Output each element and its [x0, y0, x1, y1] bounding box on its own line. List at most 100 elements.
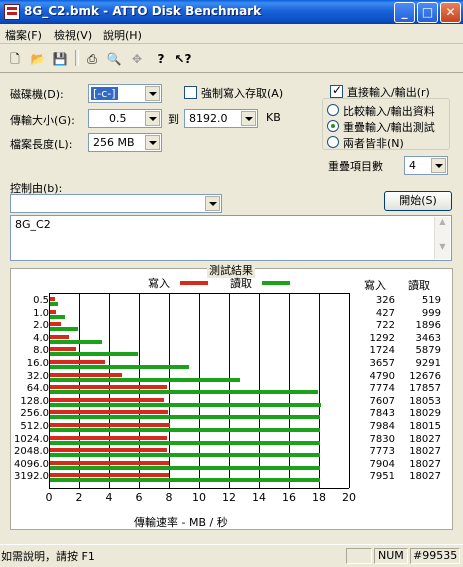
read-bar [50, 390, 318, 395]
new-icon[interactable]: 🗋 [5, 48, 25, 68]
drive-value: [-c-] [91, 87, 118, 100]
x-axis-top-line [49, 293, 349, 294]
force-write-checkbox[interactable] [184, 86, 197, 99]
drive-label: 磁碟機(D): [10, 88, 64, 101]
help-icon[interactable]: ? [151, 48, 171, 68]
row-label: 64.0 [26, 383, 49, 395]
grid-line [319, 293, 320, 488]
menu-view[interactable]: 檢視(V) [54, 27, 92, 43]
write-bar [50, 372, 122, 377]
read-bar [50, 415, 321, 420]
toolbar-separator [75, 50, 79, 66]
status-extra: #99535 [410, 548, 460, 564]
overlap-radio[interactable] [327, 120, 339, 132]
queue-depth-value: 4 [409, 159, 416, 172]
row-label: 512.0 [20, 421, 49, 432]
move-icon[interactable]: ✥ [127, 48, 147, 68]
read-bar [50, 377, 241, 382]
menu-file[interactable]: 檔案(F) [5, 27, 42, 43]
write-value: 7951 [369, 471, 395, 483]
save-icon[interactable]: 💾 [50, 48, 70, 68]
write-bar [50, 448, 167, 453]
read-value: 18015 [409, 421, 441, 432]
row-label: 8.0 [33, 345, 49, 357]
print-preview-icon[interactable]: 🔍 [104, 48, 124, 68]
write-value: 7607 [369, 395, 395, 407]
toolbar: 🗋 📂 💾 ⎙ 🔍 ✥ ? ↖? [0, 44, 463, 73]
menu-help[interactable]: 說明(H) [103, 27, 142, 43]
maximize-button[interactable]: □ [417, 2, 438, 23]
compare-label: 比較輸入/輸出資料 [343, 105, 435, 118]
textarea-scrollbar[interactable]: ▲ ▼ [434, 217, 450, 259]
write-value: 722 [375, 320, 395, 332]
control-select[interactable] [10, 194, 222, 213]
read-bar [50, 352, 139, 357]
write-bar [50, 473, 170, 478]
write-bar [50, 410, 168, 415]
read-value: 3463 [415, 332, 441, 344]
row-label: 2.0 [33, 320, 49, 332]
overlap-label: 重疊輸入/輸出測試 [343, 121, 435, 134]
x-tick-label: 20 [342, 491, 356, 504]
write-value: 7904 [369, 458, 395, 470]
x-tick-label: 8 [165, 491, 173, 504]
queue-depth-select[interactable]: 4 [404, 156, 448, 175]
write-value: 7984 [369, 421, 395, 432]
row-label: 3192.0 [14, 471, 49, 483]
results-panel: 測試結果 寫入 讀取 寫入 讀取 0 2 4 6 8 10 12 14 16 18 20 0.5 326… [10, 262, 453, 530]
row-label: 0.5 [33, 295, 49, 306]
read-value: 999 [421, 307, 441, 319]
row-label: 32.0 [26, 370, 49, 382]
read-bar [50, 453, 321, 458]
chevron-down-icon [205, 196, 220, 211]
direct-io-checkbox[interactable] [330, 83, 343, 98]
neither-radio[interactable] [327, 136, 339, 148]
row-label: 16.0 [26, 358, 49, 369]
read-bar [50, 402, 321, 407]
x-tick-label: 0 [45, 491, 53, 504]
write-value: 1724 [369, 345, 395, 357]
neither-label: 兩者皆非(N) [343, 137, 404, 150]
x-axis-label: 傳輸速率 - MB / 秒 [134, 516, 228, 529]
force-write-label: 強制寫入存取(A) [201, 87, 284, 100]
chevron-down-icon [241, 111, 256, 126]
open-icon[interactable]: 📂 [28, 48, 48, 68]
read-value: 17857 [409, 383, 441, 395]
write-bar [50, 360, 105, 364]
read-value: 18027 [409, 471, 441, 483]
write-value: 7830 [369, 433, 395, 445]
chart-area: 0 2 4 6 8 10 12 14 16 18 20 0.5 326 519 1.0 427 999 2.0 72… [11, 269, 452, 529]
transfer-from-value: 0.5 [109, 112, 127, 125]
read-bar [50, 314, 65, 319]
print-icon[interactable]: ⎙ [82, 48, 102, 68]
num-indicator: NUM [374, 548, 408, 564]
unit-label: KB [266, 111, 281, 124]
minimize-button[interactable]: _ [394, 2, 415, 23]
write-value: 427 [375, 307, 395, 319]
row-label: 128.0 [20, 395, 49, 407]
description-textarea[interactable]: 8G_C2 ▲ ▼ [10, 215, 452, 261]
drive-select[interactable]: [-c-] [88, 84, 162, 103]
context-help-icon[interactable]: ↖? [173, 48, 193, 68]
read-value: 519 [421, 295, 441, 306]
read-bar [50, 339, 102, 344]
write-bar [50, 297, 55, 301]
read-value: 18027 [409, 458, 441, 470]
title-bar[interactable]: 8G_C2.bmk - ATTO Disk Benchmark _ □ ✕ [0, 0, 463, 24]
close-button[interactable]: ✕ [440, 2, 461, 23]
x-axis-line [49, 488, 349, 489]
transfer-from-select[interactable]: 0.5 [88, 109, 162, 128]
read-bar [50, 365, 190, 369]
start-button[interactable]: 開始(S) [384, 191, 452, 211]
x-tick-label: 10 [192, 491, 206, 504]
chevron-down-icon [145, 135, 160, 150]
compare-radio[interactable] [327, 104, 339, 116]
x-tick-label: 12 [222, 491, 236, 504]
file-length-select[interactable]: 256 MB [88, 133, 162, 152]
write-bar [50, 385, 167, 390]
transfer-to-select[interactable]: 8192.0 [184, 109, 258, 128]
x-tick-label: 2 [75, 491, 83, 504]
x-tick-label: 16 [282, 491, 296, 504]
status-bar: 如需說明，請按 F1 NUM #99535 [0, 544, 463, 567]
write-bar [50, 309, 57, 314]
